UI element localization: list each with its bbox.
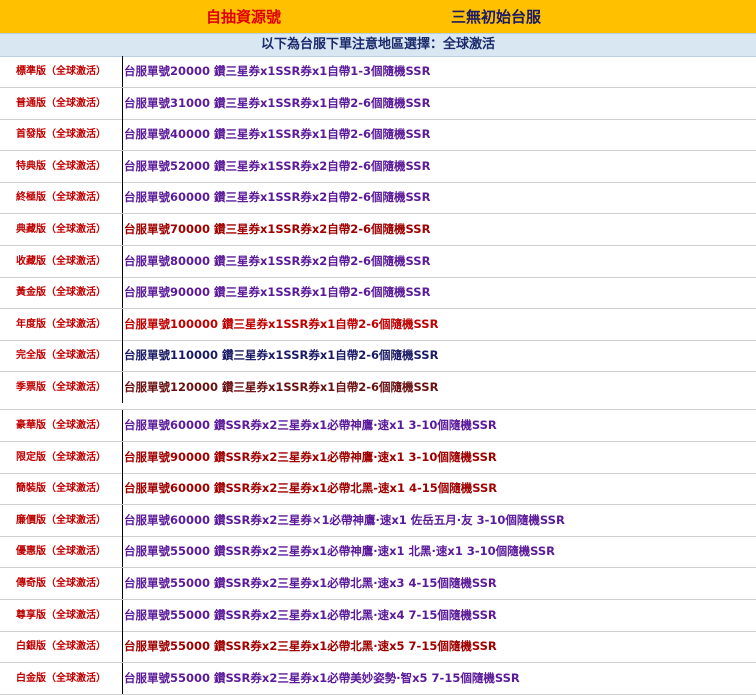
edition-name: 白銀版（全球激活） bbox=[0, 631, 123, 663]
edition-description: 台服單號55000 鑽SSR券x2三星券x1必帶神鷹·速x1 北黑·速x1 3-… bbox=[124, 544, 556, 559]
table-row: 白銀版（全球激活） 台服單號55000 鑽SSR券x2三星券x1必帶北黑·速x5 … bbox=[0, 631, 756, 664]
edition-name: 標準版（全球激活） bbox=[0, 56, 123, 87]
title-bar: 自抽資源號 三無初始台服 bbox=[0, 0, 756, 33]
table-row: 尊享版（全球激活） 台服單號55000 鑽SSR券x2三星券x1必帶北黑·速x4 … bbox=[0, 599, 756, 632]
edition-name: 普通版（全球激活） bbox=[0, 87, 123, 119]
edition-description: 台服單號60000 鑽三星券x1SSR券x2自帶2-6個隨機SSR bbox=[124, 190, 431, 205]
table-row: 季票版（全球激活） 台服單號120000 鑽三星券x1SSR券x1自帶2-6個隨機… bbox=[0, 372, 756, 404]
table-row: 特典版（全球激活） 台服單號52000 鑽三星券x1SSR券x2自帶2-6個隨機S… bbox=[0, 150, 756, 183]
edition-name: 季票版（全球激活） bbox=[0, 372, 123, 403]
table-row: 傳奇版（全球激活） 台服單號55000 鑽SSR券x2三星券x1必帶北黑·速x3 … bbox=[0, 568, 756, 600]
table-row: 典藏版（全球激活） 台服單號70000 鑽三星券x1SSR券x2自帶2-6個隨機S… bbox=[0, 214, 756, 246]
edition-name: 特典版（全球激活） bbox=[0, 150, 123, 182]
edition-name: 傳奇版（全球激活） bbox=[0, 568, 123, 599]
edition-description: 台服單號55000 鑽SSR券x2三星券x1必帶美妙姿勢·智x5 7-15個隨機… bbox=[124, 670, 520, 685]
edition-description: 台服單號100000 鑽三星券x1SSR券x1自帶2-6個隨機SSR bbox=[124, 316, 439, 331]
edition-name: 優惠版（全球激活） bbox=[0, 536, 123, 568]
edition-description: 台服單號90000 鑽SSR券x2三星券x1必帶神鷹·速x1 3-10個隨機SS… bbox=[124, 449, 497, 464]
edition-name: 白金版（全球激活） bbox=[0, 662, 123, 694]
title-left: 自抽資源號 bbox=[206, 8, 282, 26]
table-row: 黃金版（全球激活） 台服單號90000 鑽三星券x1SSR券x1自帶2-6個隨機S… bbox=[0, 277, 756, 310]
table-row: 優惠版（全球激活） 台服單號55000 鑽SSR券x2三星券x1必帶神鷹·速x1 … bbox=[0, 536, 756, 569]
edition-description: 台服單號55000 鑽SSR券x2三星券x1必帶北黑·速x4 7-15個隨機SS… bbox=[124, 607, 497, 622]
edition-name: 典藏版（全球激活） bbox=[0, 214, 123, 245]
region-notice: 以下為台服下單注意地區選擇：全球激活 bbox=[0, 33, 756, 57]
table-row: 簡裝版（全球激活） 台服單號60000 鑽SSR券x2三星券x1必帶北黑-速x1 … bbox=[0, 473, 756, 506]
table-row: 標準版（全球激活） 台服單號20000 鑽三星券x1SSR券x1自帶1-3個隨機S… bbox=[0, 56, 756, 88]
edition-name: 限定版（全球激活） bbox=[0, 441, 123, 473]
edition-description: 台服單號90000 鑽三星券x1SSR券x1自帶2-6個隨機SSR bbox=[124, 285, 431, 300]
edition-name: 年度版（全球激活） bbox=[0, 308, 123, 340]
table-row: 廉價版（全球激活） 台服單號60000 鑽SSR券x2三星券×1必帶神鷹·速x1 … bbox=[0, 504, 756, 537]
edition-name: 簡裝版（全球激活） bbox=[0, 473, 123, 505]
edition-description: 台服單號31000 鑽三星券x1SSR券x1自帶2-6個隨機SSR bbox=[124, 95, 431, 110]
edition-description: 台服單號55000 鑽SSR券x2三星券x1必帶北黑·速x3 4-15個隨機SS… bbox=[124, 576, 497, 590]
edition-name: 廉價版（全球激活） bbox=[0, 504, 123, 536]
edition-name: 收藏版（全球激活） bbox=[0, 245, 123, 277]
edition-description: 台服單號120000 鑽三星券x1SSR券x1自帶2-6個隨機SSR bbox=[124, 380, 439, 394]
edition-name: 尊享版（全球激活） bbox=[0, 599, 123, 631]
edition-name: 豪華版（全球激活） bbox=[0, 410, 123, 441]
edition-description: 台服單號20000 鑽三星券x1SSR券x1自帶1-3個隨機SSR bbox=[124, 64, 431, 78]
table-row: 白金版（全球激活） 台服單號55000 鑽SSR券x2三星券x1必帶美妙姿勢·智x… bbox=[0, 662, 756, 695]
edition-description: 台服單號60000 鑽SSR券x2三星券×1必帶神鷹·速x1 佐岳五月·友 3-… bbox=[124, 512, 565, 527]
edition-name: 終極版（全球激活） bbox=[0, 182, 123, 214]
edition-description: 台服單號40000 鑽三星券x1SSR券x1自帶2-6個隨機SSR bbox=[124, 127, 431, 142]
table-row: 豪華版（全球激活） 台服單號60000 鑽SSR券x2三星券x1必帶神鷹·速x1 … bbox=[0, 410, 756, 442]
edition-description: 台服單號80000 鑽三星券x1SSR券x2自帶2-6個隨機SSR bbox=[124, 253, 431, 268]
table-row: 終極版（全球激活） 台服單號60000 鑽三星券x1SSR券x2自帶2-6個隨機S… bbox=[0, 182, 756, 215]
table-row: 完全版（全球激活） 台服單號110000 鑽三星券x1SSR券x1自帶2-6個隨機… bbox=[0, 340, 756, 373]
table-row: 普通版（全球激活） 台服單號31000 鑽三星券x1SSR券x1自帶2-6個隨機S… bbox=[0, 87, 756, 120]
edition-description: 台服單號70000 鑽三星券x1SSR券x2自帶2-6個隨機SSR bbox=[124, 222, 431, 236]
edition-description: 台服單號52000 鑽三星券x1SSR券x2自帶2-6個隨機SSR bbox=[124, 158, 431, 173]
edition-description: 台服單號55000 鑽SSR券x2三星券x1必帶北黑·速x5 7-15個隨機SS… bbox=[124, 639, 497, 654]
table-row: 收藏版（全球激活） 台服單號80000 鑽三星券x1SSR券x2自帶2-6個隨機S… bbox=[0, 245, 756, 278]
edition-name: 完全版（全球激活） bbox=[0, 340, 123, 372]
table-row: 年度版（全球激活） 台服單號100000 鑽三星券x1SSR券x1自帶2-6個隨機… bbox=[0, 308, 756, 341]
section-divider bbox=[0, 403, 756, 410]
table-row: 限定版（全球激活） 台服單號90000 鑽SSR券x2三星券x1必帶神鷹·速x1 … bbox=[0, 441, 756, 474]
table-row: 首發版（全球激活） 台服單號40000 鑽三星券x1SSR券x1自帶2-6個隨機S… bbox=[0, 119, 756, 152]
edition-name: 黃金版（全球激活） bbox=[0, 277, 123, 309]
edition-description: 台服單號60000 鑽SSR券x2三星券x1必帶神鷹·速x1 3-10個隨機SS… bbox=[124, 418, 497, 432]
edition-description: 台服單號110000 鑽三星券x1SSR券x1自帶2-6個隨機SSR bbox=[124, 348, 439, 363]
edition-name: 首發版（全球激活） bbox=[0, 119, 123, 151]
edition-description: 台服單號60000 鑽SSR券x2三星券x1必帶北黑-速x1 4-15個隨機SS… bbox=[124, 481, 498, 496]
title-right: 三無初始台服 bbox=[451, 8, 542, 26]
